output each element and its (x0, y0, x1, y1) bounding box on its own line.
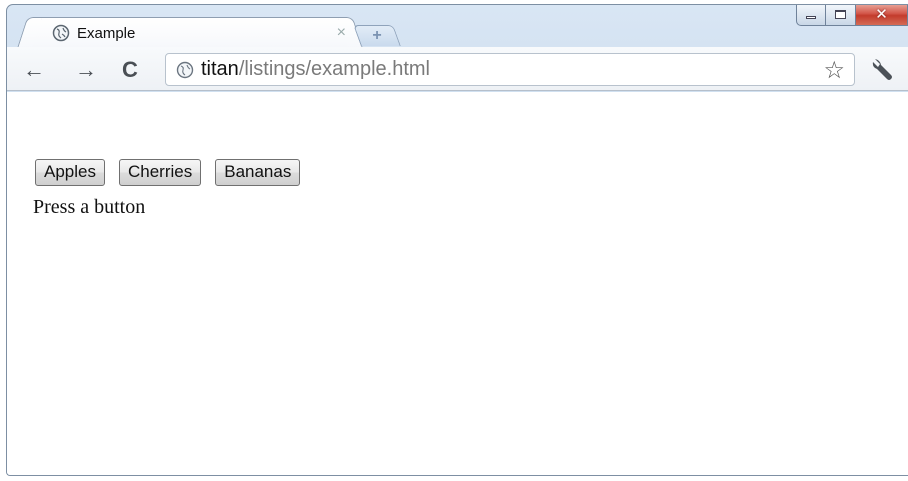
globe-icon (52, 24, 70, 42)
forward-button[interactable]: → (73, 57, 99, 83)
close-icon: ✕ (875, 6, 888, 23)
reload-button[interactable]: C (117, 57, 143, 83)
maximize-icon (835, 10, 846, 19)
close-button[interactable]: ✕ (856, 5, 908, 26)
tab-title: Example (77, 24, 136, 42)
tab-example[interactable]: Example × (29, 17, 351, 48)
apples-button[interactable]: Apples (35, 159, 105, 186)
minimize-button[interactable] (796, 5, 826, 26)
tab-close-icon[interactable]: × (337, 24, 346, 42)
window-caption-buttons: ✕ (796, 5, 908, 26)
browser-toolbar: ← → C titan/listings/example.html ☆ (7, 47, 908, 91)
back-arrow-icon: ← (23, 57, 45, 82)
url-text[interactable]: titan/listings/example.html (201, 58, 430, 81)
reload-icon: C (122, 57, 138, 82)
url-host: titan (201, 58, 239, 80)
forward-arrow-icon: → (75, 57, 97, 82)
bananas-button[interactable]: Bananas (215, 159, 301, 186)
cherries-button[interactable]: Cherries (118, 159, 202, 186)
status-text: Press a button (33, 196, 146, 218)
button-row: Apples Cherries Bananas (35, 159, 301, 186)
page-content: Apples Cherries Bananas (7, 92, 908, 475)
tab-strip: Example × + (7, 5, 908, 48)
wrench-icon[interactable] (869, 56, 895, 82)
new-tab-plus-icon: + (372, 27, 382, 44)
minimize-icon (806, 16, 816, 19)
page-globe-icon (176, 61, 194, 78)
maximize-button[interactable] (826, 5, 856, 26)
back-button[interactable]: ← (21, 57, 47, 83)
address-bar[interactable]: titan/listings/example.html ☆ (165, 53, 855, 86)
url-path: /listings/example.html (238, 58, 430, 80)
browser-window: Example × + ✕ ← → C titan/listings/examp… (6, 4, 908, 476)
bookmark-star-icon[interactable]: ☆ (823, 56, 845, 85)
